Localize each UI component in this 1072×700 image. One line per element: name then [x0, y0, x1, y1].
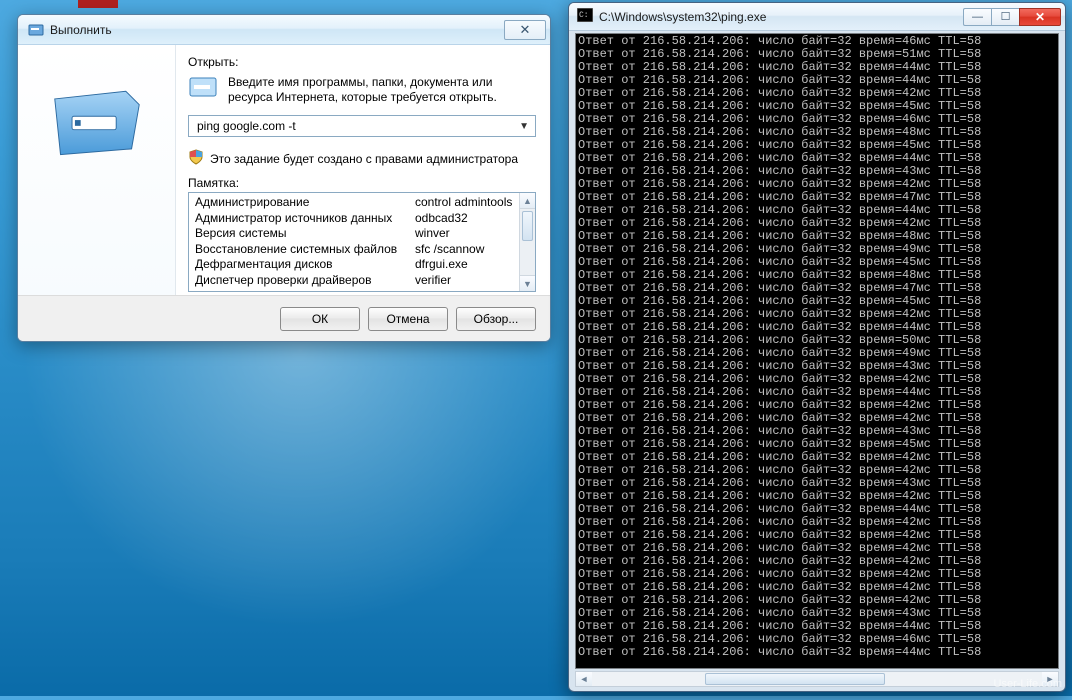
memo-cmd: dfrgui.exe: [415, 257, 513, 273]
command-combobox[interactable]: ▼: [188, 115, 536, 137]
chevron-down-icon[interactable]: ▼: [517, 121, 531, 132]
memo-scrollbar[interactable]: ▲ ▼: [519, 193, 535, 291]
run-hint-icon: [188, 72, 220, 107]
run-title: Выполнить: [50, 23, 504, 37]
taskbar-fragment: [78, 0, 118, 8]
open-label: Открыть:: [188, 55, 536, 69]
memo-row[interactable]: Диспетчер проверки драйверовverifier: [195, 273, 513, 289]
memo-list[interactable]: Администрированиеcontrol admintoolsАдмин…: [189, 193, 519, 291]
memo-cmd: verifier: [415, 273, 513, 289]
cancel-button[interactable]: Отмена: [368, 307, 448, 331]
watermark: User-Life.com: [994, 678, 1062, 690]
run-right-pane: Открыть: Введите имя программы, папки, д…: [176, 45, 550, 295]
memo-label: Памятка:: [188, 176, 536, 190]
admin-note: Это задание будет создано с правами адми…: [188, 149, 536, 168]
command-input[interactable]: [195, 118, 517, 134]
close-icon: ✕: [1035, 10, 1045, 24]
run-window-icon: [28, 22, 44, 38]
run-left-pane: [18, 45, 176, 295]
memo-cmd: control admintools: [415, 195, 513, 211]
console-window: C: C:\Windows\system32\ping.exe — ☐ ✕ От…: [568, 2, 1066, 692]
run-body: Открыть: Введите имя программы, папки, д…: [18, 45, 550, 295]
close-button[interactable]: ✕: [504, 20, 546, 40]
memo-name: Восстановление системных файлов: [195, 242, 415, 258]
hscroll-thumb[interactable]: [705, 673, 885, 685]
memo-cmd: odbcad32: [415, 211, 513, 227]
scroll-track[interactable]: [520, 243, 535, 275]
admin-text: Это задание будет создано с правами адми…: [210, 152, 518, 166]
memo-row[interactable]: Версия системыwinver: [195, 226, 513, 242]
console-titlebar[interactable]: C: C:\Windows\system32\ping.exe — ☐ ✕: [569, 3, 1065, 31]
open-hint: Введите имя программы, папки, документа …: [228, 75, 536, 105]
window-buttons: — ☐ ✕: [963, 8, 1061, 26]
scroll-down-icon[interactable]: ▼: [520, 275, 535, 291]
memo-name: Диспетчер проверки драйверов: [195, 273, 415, 289]
browse-button[interactable]: Обзор...: [456, 307, 536, 331]
console-body[interactable]: Ответ от 216.58.214.206: число байт=32 в…: [575, 33, 1059, 669]
run-dialog: Выполнить ✕ Открыть:: [17, 14, 551, 342]
memo-row[interactable]: Восстановление системных файловsfc /scan…: [195, 242, 513, 258]
svg-text:C:: C:: [579, 11, 589, 20]
close-icon: ✕: [520, 22, 531, 38]
run-footer: ОК Отмена Обзор...: [18, 295, 550, 341]
memo-name: Администрирование: [195, 195, 415, 211]
minimize-button[interactable]: —: [963, 8, 991, 26]
run-titlebar[interactable]: Выполнить ✕: [18, 15, 550, 45]
memo-row[interactable]: Администрированиеcontrol admintools: [195, 195, 513, 211]
memo-cmd: winver: [415, 226, 513, 242]
maximize-icon: ☐: [1001, 10, 1011, 23]
memo-cmd: sfc /scannow: [415, 242, 513, 258]
hscroll-track[interactable]: [592, 672, 1042, 686]
console-output: Ответ от 216.58.214.206: число байт=32 в…: [576, 34, 1058, 660]
memo-row[interactable]: Дефрагментация дисковdfrgui.exe: [195, 257, 513, 273]
memo-name: Версия системы: [195, 226, 415, 242]
memo-name: Администратор источников данных: [195, 211, 415, 227]
console-hscrollbar[interactable]: ◄ ►: [575, 671, 1059, 687]
scroll-up-icon[interactable]: ▲: [520, 193, 535, 209]
scroll-left-icon[interactable]: ◄: [576, 672, 592, 686]
memo-box: Администрированиеcontrol admintoolsАдмин…: [188, 192, 536, 292]
memo-row[interactable]: Администратор источников данныхodbcad32: [195, 211, 513, 227]
scroll-thumb[interactable]: [522, 211, 533, 241]
console-icon: C:: [577, 8, 593, 25]
memo-name: Дефрагментация дисков: [195, 257, 415, 273]
console-close-button[interactable]: ✕: [1019, 8, 1061, 26]
ok-button[interactable]: ОК: [280, 307, 360, 331]
maximize-button[interactable]: ☐: [991, 8, 1019, 26]
run-large-icon: [49, 87, 145, 160]
shield-icon: [188, 149, 204, 168]
minimize-icon: —: [972, 11, 983, 23]
console-title: C:\Windows\system32\ping.exe: [599, 10, 957, 24]
